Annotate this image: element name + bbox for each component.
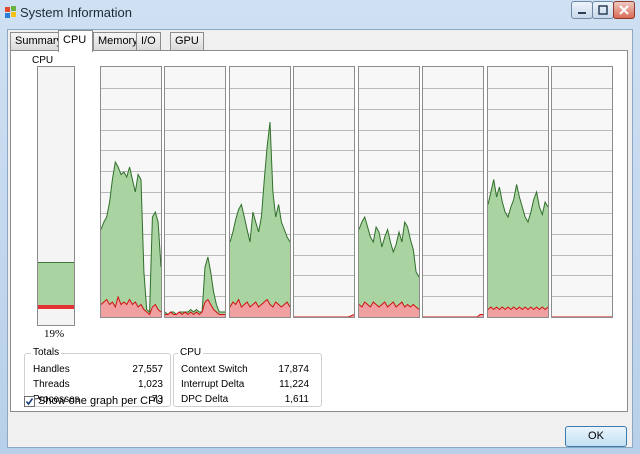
total-usage-area [165, 257, 225, 317]
cpu-stats-row-label: DPC Delta [181, 394, 229, 405]
cpu-core-4-graph [293, 66, 355, 318]
totals-row-value: 1,023 [137, 379, 163, 390]
cpu-usage-meter [37, 66, 75, 326]
totals-row-handles: Handles 27,557 [33, 364, 163, 375]
cpu-core-2-plot [165, 88, 225, 317]
cpu-stats-row-interrupt-delta: Interrupt Delta 11,224 [181, 379, 309, 390]
cpu-core-7-graph [487, 66, 549, 318]
cpu-stats-group-label: CPU [178, 347, 204, 358]
cpu-core-5-plot [359, 88, 419, 317]
total-usage-area [359, 217, 419, 317]
cpu-group-label: CPU [32, 55, 54, 66]
tab-gpu[interactable]: GPU [170, 32, 204, 50]
cpu-core-6-graph [422, 66, 484, 318]
system-information-window: System Information Summary CPU Memory I/… [0, 0, 640, 454]
cpu-core-2-graph [164, 66, 226, 318]
show-one-graph-per-cpu-checkbox[interactable] [24, 396, 35, 407]
cpu-kernel-meter-fill [38, 305, 74, 309]
cpu-core-1-graph [100, 66, 162, 318]
totals-group-label: Totals [31, 347, 62, 358]
totals-row-threads: Threads 1,023 [33, 379, 163, 390]
dialog-client-area: Summary CPU Memory I/O GPU CPU 19% Total… [7, 29, 633, 448]
cpu-stats-row-context-switch: Context Switch 17,874 [181, 364, 309, 375]
tab-cpu[interactable]: CPU [58, 30, 93, 52]
kernel-usage-line [294, 314, 354, 317]
windows-logo-icon [5, 6, 16, 18]
total-usage-area [488, 179, 548, 317]
title-bar[interactable]: System Information [0, 0, 640, 26]
cpu-core-6-plot [423, 88, 483, 317]
cpu-stats-row-value: 1,611 [284, 394, 309, 405]
cpu-core-8-graph [551, 66, 613, 318]
totals-row-value: 27,557 [132, 364, 163, 375]
cpu-core-8-plot [552, 88, 612, 317]
kernel-usage-line [423, 314, 483, 317]
cpu-usage-meter-fill [38, 262, 74, 309]
maximize-icon [598, 5, 608, 15]
ok-button[interactable]: OK [565, 426, 627, 447]
cpu-stats-row-value: 17,874 [278, 364, 309, 375]
cpu-stats-row-dpc-delta: DPC Delta 1,611 [181, 394, 309, 405]
totals-row-label: Handles [33, 364, 70, 375]
cpu-stats-row-label: Context Switch [181, 364, 248, 375]
cpu-stats-row-value: 11,224 [279, 379, 309, 390]
cpu-core-7-plot [488, 88, 548, 317]
close-icon [619, 5, 629, 15]
cpu-core-5-graph [358, 66, 420, 318]
cpu-core-4-plot [294, 88, 354, 317]
tab-io[interactable]: I/O [136, 32, 161, 50]
cpu-core-3-graph [229, 66, 291, 318]
checkmark-icon [25, 398, 34, 406]
cpu-usage-percent: 19% [44, 328, 65, 340]
window-title: System Information [20, 5, 132, 20]
close-button[interactable] [613, 1, 635, 19]
minimize-icon [578, 12, 586, 14]
cpu-core-1-plot [101, 88, 161, 317]
cpu-stats-group: CPU Context Switch 17,874 Interrupt Delt… [173, 347, 322, 407]
maximize-button[interactable] [592, 1, 614, 19]
cpu-core-3-plot [230, 88, 290, 317]
show-one-graph-per-cpu-label[interactable]: Show one graph per CPU [38, 395, 163, 407]
minimize-button[interactable] [571, 1, 593, 19]
cpu-stats-row-label: Interrupt Delta [181, 379, 245, 390]
cpu-tab-panel: CPU 19% Totals Handles 27,557 Threads 1,… [10, 50, 628, 412]
totals-row-label: Threads [33, 379, 70, 390]
